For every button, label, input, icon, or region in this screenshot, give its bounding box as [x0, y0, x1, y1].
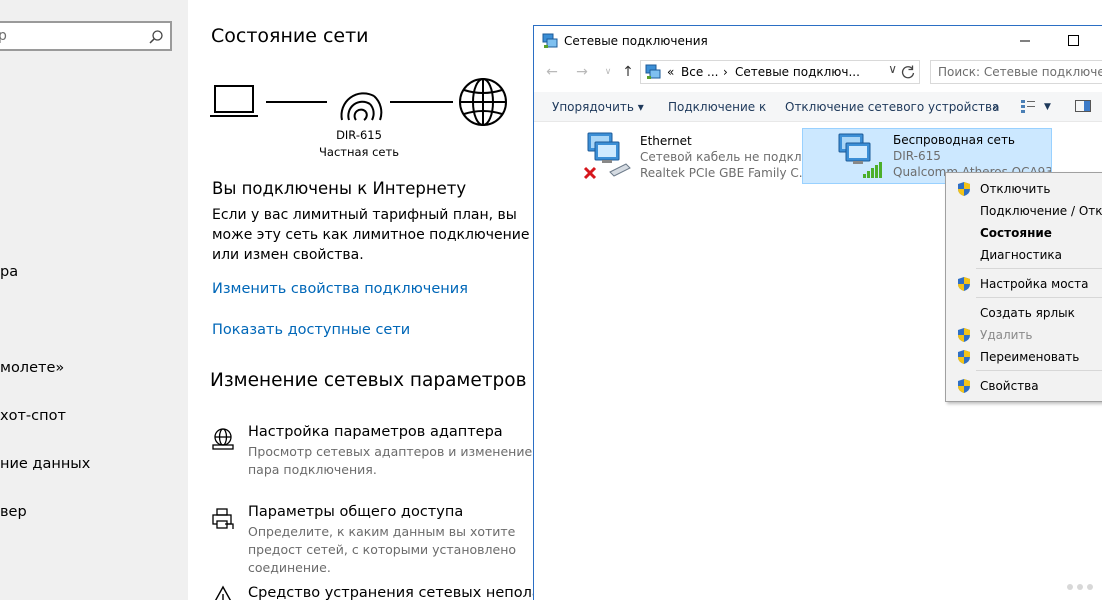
command-bar: Упорядочить ▾ Подключение к Отключение с…	[534, 92, 1102, 122]
menu-item-rename-label: Переименовать	[980, 350, 1080, 364]
uac-shield-icon	[958, 350, 970, 364]
explorer-search-placeholder: Поиск: Сетевые подключения	[938, 65, 1102, 79]
menu-separator	[976, 370, 1102, 371]
ethernet-device: Realtek PCIe GBE Family C...	[640, 166, 811, 180]
uac-shield-icon	[958, 182, 970, 196]
screen: р ра молете» хот-спот ние данных вер Сос…	[0, 0, 1102, 600]
wireless-network-icon	[838, 133, 882, 178]
menu-separator	[976, 297, 1102, 298]
menu-item-create-shortcut[interactable]: Создать ярлык	[946, 302, 1102, 324]
ethernet-status: Сетевой кабель не подкл...	[640, 150, 813, 164]
menu-item-properties-label: Свойства	[980, 379, 1039, 393]
sidebar-item-hotspot[interactable]: хот-спот	[0, 408, 66, 424]
router-name: DIR-615	[336, 128, 382, 142]
sharing-printer-icon	[212, 508, 234, 529]
change-settings-heading: Изменение сетевых параметров	[210, 370, 527, 391]
adapter-options-title[interactable]: Настройка параметров адаптера	[248, 424, 503, 440]
uac-shield-icon	[958, 328, 970, 342]
sidebar-item-0[interactable]: ра	[0, 264, 18, 280]
uac-shield-icon	[958, 379, 970, 393]
menu-item-disable[interactable]: Отключить	[946, 178, 1102, 200]
uac-shield-icon	[958, 277, 970, 291]
organize-button[interactable]: Упорядочить ▾	[552, 100, 644, 114]
sidebar-item-proxy[interactable]: вер	[0, 504, 27, 520]
laptop-icon	[210, 85, 258, 117]
sharing-options-title[interactable]: Параметры общего доступа	[248, 504, 463, 520]
menu-item-connect-disconnect[interactable]: Подключение / Откл	[946, 200, 1102, 222]
recent-locations-chevron-icon[interactable]: ∨	[598, 62, 618, 82]
maximize-button[interactable]	[1050, 26, 1096, 56]
window-title: Сетевые подключения	[564, 34, 708, 48]
breadcrumb-all-items[interactable]: Все ...	[681, 65, 718, 79]
menu-item-bridge[interactable]: Настройка моста	[946, 273, 1102, 295]
menu-item-create-shortcut-label: Создать ярлык	[980, 306, 1075, 320]
explorer-search-box[interactable]: Поиск: Сетевые подключения	[930, 60, 1102, 84]
watermark-dots-icon	[1067, 584, 1093, 590]
address-overflow-chevron[interactable]: «	[667, 65, 674, 79]
troubleshooter-title[interactable]: Средство устранения сетевых неполадок	[248, 585, 568, 600]
menu-item-connect-disconnect-label: Подключение / Откл	[980, 204, 1102, 218]
network-folder-icon	[645, 64, 661, 79]
menu-item-diagnose-label: Диагностика	[980, 248, 1063, 262]
breadcrumb-network-connections[interactable]: Сетевые подключ...	[735, 65, 860, 79]
network-diagram: DIR-615 Частная сеть	[210, 78, 520, 168]
view-options-dropdown-icon[interactable]: ▼	[1044, 102, 1051, 112]
maximize-icon	[1068, 35, 1079, 46]
network-connections-icon	[542, 33, 558, 48]
show-available-networks-link[interactable]: Показать доступные сети	[212, 322, 410, 338]
menu-item-delete-label: Удалить	[980, 328, 1033, 342]
more-commands-chevron[interactable]: »	[992, 100, 999, 114]
breadcrumb-separator[interactable]: ›	[723, 65, 728, 79]
preview-pane-icon[interactable]	[1074, 98, 1092, 114]
router-network-type: Частная сеть	[319, 145, 399, 159]
up-arrow-icon[interactable]: ↑	[618, 62, 638, 82]
metered-description: Если у вас лимитный тарифный план, вы мо…	[212, 207, 530, 263]
wireless-name: Беспроводная сеть	[893, 133, 1016, 147]
menu-item-disable-label: Отключить	[980, 182, 1051, 196]
menu-item-status[interactable]: Состояние	[946, 222, 1102, 244]
refresh-icon[interactable]	[899, 63, 917, 81]
window-titlebar[interactable]: Сетевые подключения	[534, 26, 1102, 56]
menu-separator	[976, 268, 1102, 269]
settings-search-box[interactable]: р	[0, 21, 172, 51]
network-status-page: Состояние сети DIR-615 Частная сеть Вы п…	[188, 0, 568, 600]
sidebar-item-data-usage[interactable]: ние данных	[0, 456, 90, 472]
minimize-button[interactable]	[1002, 26, 1048, 56]
adapter-globe-icon	[212, 428, 234, 450]
troubleshoot-warning-icon	[214, 585, 232, 600]
change-view-icon[interactable]	[1020, 98, 1038, 114]
settings-search-placeholder: р	[0, 28, 7, 44]
search-icon[interactable]	[148, 29, 164, 45]
page-title: Состояние сети	[211, 25, 369, 47]
change-connection-properties-link[interactable]: Изменить свойства подключения	[212, 281, 468, 297]
connect-to-button[interactable]: Подключение к	[668, 100, 766, 114]
globe-icon	[459, 78, 507, 126]
menu-item-delete[interactable]: Удалить	[946, 324, 1102, 346]
sharing-options-desc: Определите, к каким данным вы хотите пре…	[248, 524, 517, 575]
adapter-options-desc: Просмотр сетевых адаптеров и изменение п…	[248, 444, 533, 477]
disable-device-button[interactable]: Отключение сетевого устройства	[785, 100, 999, 114]
menu-item-bridge-label: Настройка моста	[980, 277, 1089, 291]
ethernet-adapter-item[interactable]: Ethernet Сетевой кабель не подкл... Real…	[582, 130, 813, 186]
address-dropdown-icon[interactable]: ∨	[888, 62, 897, 76]
ethernet-disconnected-icon	[583, 132, 631, 180]
address-row: ← → ∨ ↑ « Все ... › Сетевые подключ... ∨	[534, 60, 1102, 86]
minimize-icon	[1020, 40, 1030, 42]
menu-item-rename[interactable]: Переименовать	[946, 346, 1102, 368]
settings-sidebar: р ра молете» хот-спот ние данных вер	[0, 0, 188, 600]
back-arrow-icon[interactable]: ←	[542, 62, 562, 82]
menu-item-status-label: Состояние	[980, 226, 1052, 240]
address-bar[interactable]: « Все ... › Сетевые подключ... ∨	[640, 60, 920, 84]
wireless-ssid: DIR-615	[893, 149, 941, 163]
context-menu: Отключить Подключение / Откл Состояние Д…	[945, 172, 1102, 402]
connected-heading: Вы подключены к Интернету	[212, 179, 467, 198]
sidebar-item-airplane-mode[interactable]: молете»	[0, 360, 64, 376]
menu-item-diagnose[interactable]: Диагностика	[946, 244, 1102, 266]
ethernet-name: Ethernet	[640, 134, 692, 148]
forward-arrow-icon[interactable]: →	[572, 62, 592, 82]
menu-item-properties[interactable]: Свойства	[946, 375, 1102, 397]
wifi-icon	[340, 92, 383, 121]
